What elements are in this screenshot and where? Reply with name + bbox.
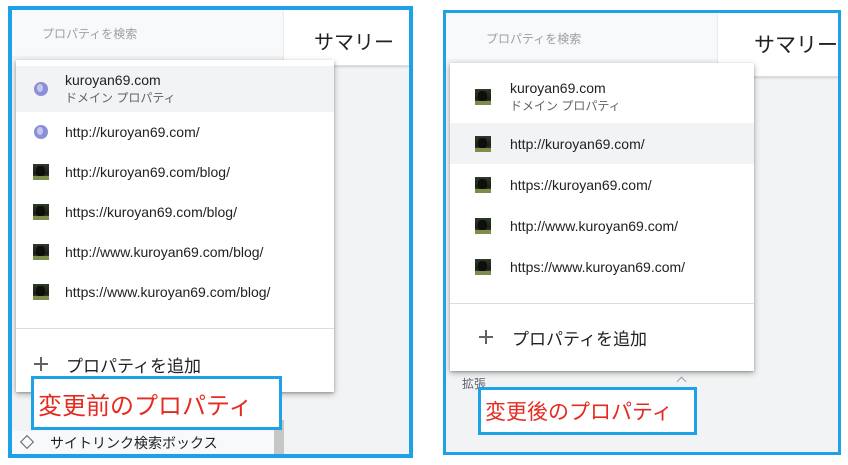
property-item[interactable]: http://www.kuroyan69.com/blog/ bbox=[16, 232, 334, 272]
property-item[interactable]: https://kuroyan69.com/ bbox=[450, 164, 754, 205]
cat-avatar-icon bbox=[475, 217, 491, 234]
property-item[interactable]: http://kuroyan69.com/blog/ bbox=[16, 152, 334, 192]
property-search[interactable]: プロパティを検索 bbox=[12, 10, 284, 56]
caption-box: 変更前のプロパティ bbox=[31, 376, 282, 430]
layers-icon bbox=[20, 436, 34, 450]
add-property-label: プロパティを追加 bbox=[512, 329, 647, 349]
cat-avatar-icon bbox=[33, 244, 49, 260]
cat-avatar-icon bbox=[475, 89, 491, 105]
property-item[interactable]: http://kuroyan69.com/ bbox=[450, 123, 754, 164]
caption-box: 変更後のプロパティ bbox=[478, 387, 697, 435]
property-label: https://www.kuroyan69.com/blog/ bbox=[65, 284, 271, 300]
property-item-domain[interactable]: kuroyan69.com ドメイン プロパティ bbox=[16, 66, 334, 112]
cat-avatar-icon bbox=[475, 176, 491, 193]
property-dropdown: kuroyan69.com ドメイン プロパティ http://kuroyan6… bbox=[450, 63, 754, 371]
search-placeholder: プロパティを検索 bbox=[42, 27, 138, 41]
property-label: https://kuroyan69.com/ bbox=[510, 176, 652, 193]
caption-text: 変更後のプロパティ bbox=[485, 400, 673, 424]
property-label: http://www.kuroyan69.com/ bbox=[510, 217, 679, 234]
property-item[interactable]: http://kuroyan69.com/ bbox=[16, 112, 334, 152]
property-item[interactable]: https://www.kuroyan69.com/ bbox=[450, 246, 754, 287]
property-item[interactable]: https://kuroyan69.com/blog/ bbox=[16, 192, 334, 232]
property-item-domain[interactable]: kuroyan69.com ドメイン プロパティ bbox=[450, 75, 754, 119]
caption-text: 変更前のプロパティ bbox=[38, 391, 253, 420]
cat-avatar-icon bbox=[33, 284, 49, 300]
property-label: kuroyan69.com bbox=[65, 72, 161, 88]
property-label: http://kuroyan69.com/ bbox=[510, 135, 645, 152]
cat-avatar-icon bbox=[475, 258, 491, 275]
globe-icon bbox=[34, 125, 48, 139]
property-label: http://kuroyan69.com/ bbox=[65, 124, 200, 140]
cat-avatar-icon bbox=[33, 204, 49, 220]
property-label: http://kuroyan69.com/blog/ bbox=[65, 164, 230, 180]
sitelinks-searchbox-item[interactable]: サイトリンク検索ボックス bbox=[12, 431, 284, 454]
globe-icon bbox=[34, 82, 48, 96]
property-label: kuroyan69.com bbox=[510, 80, 606, 96]
property-item[interactable]: http://www.kuroyan69.com/ bbox=[450, 205, 754, 246]
property-label: http://www.kuroyan69.com/blog/ bbox=[65, 244, 264, 260]
cat-avatar-icon bbox=[475, 135, 491, 152]
property-label: https://kuroyan69.com/blog/ bbox=[65, 204, 237, 220]
summary-header: サマリー bbox=[284, 10, 409, 66]
sitelinks-searchbox-label: サイトリンク検索ボックス bbox=[50, 435, 218, 451]
property-type-label: ドメイン プロパティ bbox=[510, 99, 621, 113]
dropdown-divider bbox=[16, 328, 334, 329]
property-item[interactable]: https://www.kuroyan69.com/blog/ bbox=[16, 272, 334, 312]
plus-icon bbox=[478, 329, 494, 345]
plus-icon bbox=[33, 356, 49, 372]
property-search[interactable]: プロパティを検索 bbox=[446, 13, 718, 59]
add-property-label: プロパティを追加 bbox=[66, 356, 201, 376]
add-property-button[interactable]: プロパティを追加 bbox=[450, 317, 754, 357]
property-dropdown: kuroyan69.com ドメイン プロパティ http://kuroyan6… bbox=[16, 60, 334, 392]
cat-avatar-icon bbox=[33, 164, 49, 180]
property-type-label: ドメイン プロパティ bbox=[65, 91, 176, 105]
dropdown-divider bbox=[450, 303, 754, 304]
search-placeholder: プロパティを検索 bbox=[486, 32, 582, 46]
before-screenshot-panel: プロパティを検索 サマリー サイトリンク検索ボックス kuroyan69.com… bbox=[8, 6, 413, 458]
property-label: https://www.kuroyan69.com/ bbox=[510, 258, 686, 275]
after-screenshot-panel: プロパティを検索 サマリー 拡張 kuroyan69.com ドメイン プロパテ… bbox=[443, 10, 841, 455]
